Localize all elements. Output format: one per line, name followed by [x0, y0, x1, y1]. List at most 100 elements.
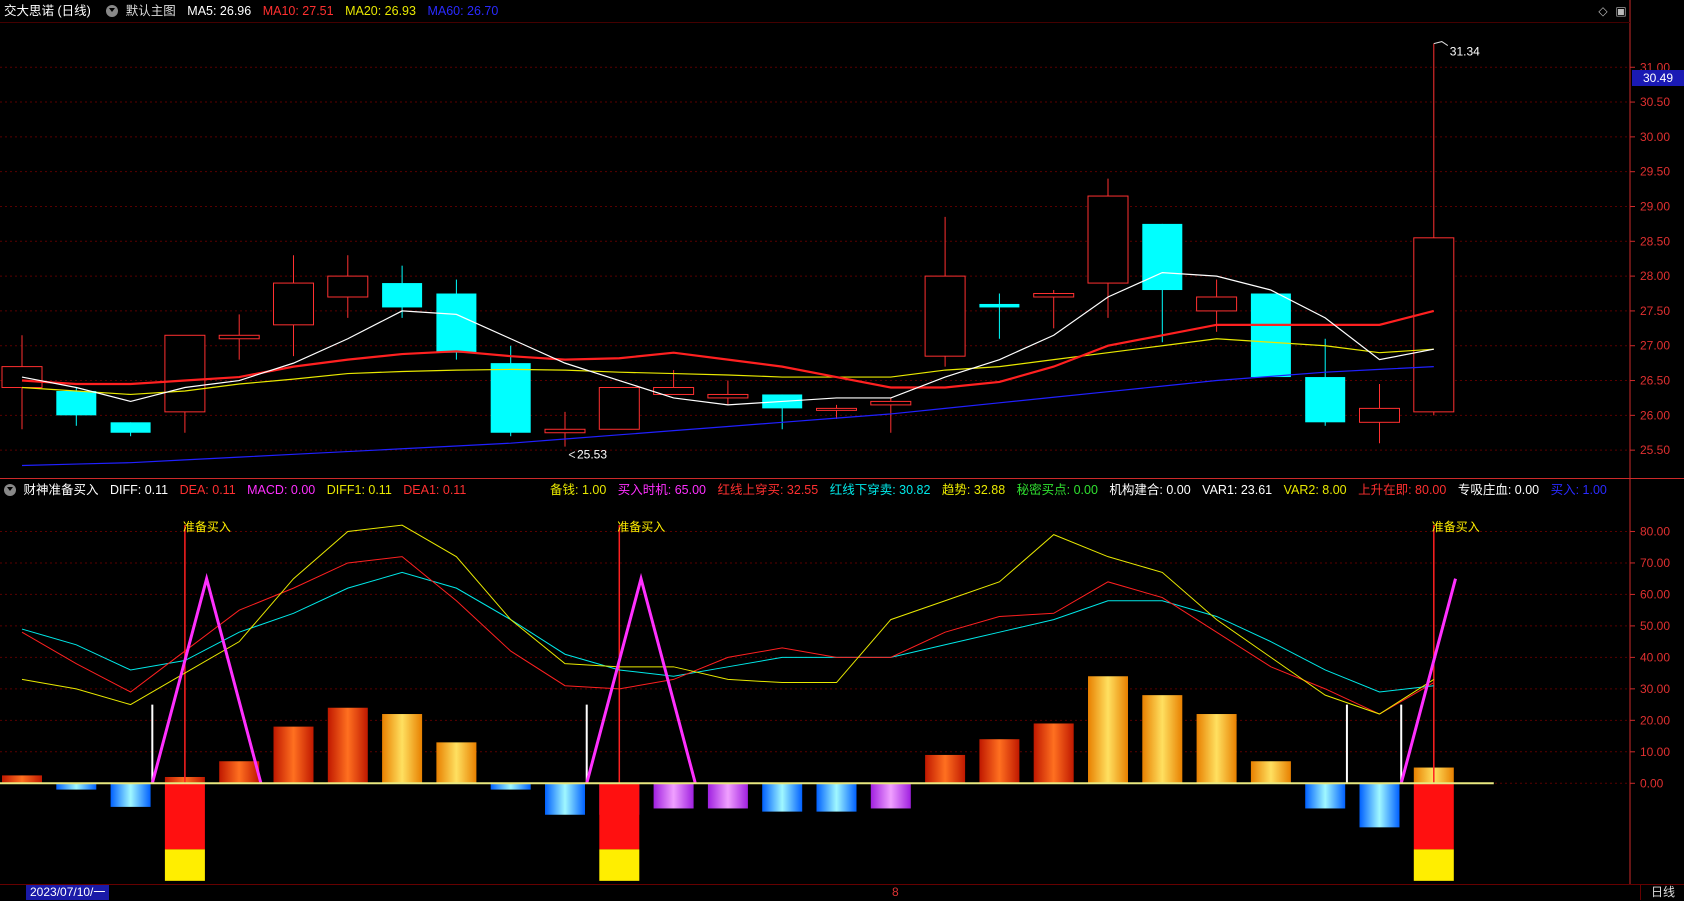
- mairu-value: 买入: 1.00: [1550, 483, 1607, 497]
- caishen-block-red: [1413, 783, 1454, 850]
- qushi-value: 趋势: 32.88: [941, 483, 1006, 497]
- candle-body-down: [1250, 293, 1291, 378]
- candle-body-up: [273, 282, 314, 326]
- candle-body-down: [110, 422, 151, 433]
- mairushiji-value: 买入时机: 65.00: [617, 483, 706, 497]
- candle-body-up: [707, 393, 749, 399]
- histogram-bar: [816, 783, 857, 812]
- caishen-block-red: [599, 783, 640, 850]
- dea1-value: DEA1: 0.11: [403, 483, 467, 497]
- candle-body-up: [327, 275, 369, 298]
- histogram-bar: [327, 707, 368, 784]
- indicator-tick-label: 50.00: [1640, 619, 1670, 633]
- price-tick-label: 26.00: [1640, 408, 1670, 422]
- candle-body-down: [56, 390, 97, 416]
- histogram-bar: [1305, 783, 1346, 809]
- hongxian-xia-value: 红线下穿卖: 30.82: [829, 483, 931, 497]
- candle-body-down: [1305, 377, 1346, 423]
- price-tick-label: 28.00: [1640, 269, 1670, 283]
- candle-body-up: [1413, 237, 1455, 413]
- histogram-bar: [762, 783, 803, 812]
- dea-value: DEA: 0.11: [179, 483, 236, 497]
- month-mark: 8: [892, 885, 899, 899]
- current-price-tag: 30.49: [1632, 70, 1684, 86]
- candle-body-up: [870, 400, 912, 406]
- ma10-value: MA10: 27.51: [262, 4, 334, 18]
- hongxian-shang-value: 红线上穿买: 32.55: [717, 483, 819, 497]
- indicator-tick-label: 0.00: [1640, 776, 1664, 790]
- histogram-bar: [653, 783, 694, 809]
- histogram-bar: [382, 714, 423, 784]
- cursor-date-label: 2023/07/10/一: [26, 885, 110, 900]
- price-tick-label: 30.00: [1640, 130, 1670, 144]
- magenta-signal-line: [150, 572, 263, 784]
- price-tick-label: 29.50: [1640, 165, 1670, 179]
- macd-value: MACD: 0.00: [247, 483, 316, 497]
- high-marker-arrow: [1433, 41, 1449, 46]
- var1-value: VAR1: 23.61: [1202, 483, 1273, 497]
- candle-body-up: [1087, 195, 1129, 284]
- diff-value: DIFF: 0.11: [109, 483, 169, 497]
- indicator-tick-label: 70.00: [1640, 556, 1670, 570]
- indicator-tick-label: 30.00: [1640, 682, 1670, 696]
- var2-value: VAR2: 8.00: [1283, 483, 1347, 497]
- indicator-name[interactable]: 财神准备买入: [23, 483, 98, 497]
- restore-icon[interactable]: ▣: [1614, 4, 1628, 18]
- histogram-bar: [1359, 783, 1400, 828]
- caishen-block-red: [164, 783, 205, 850]
- low-marker-arrow: [568, 451, 576, 459]
- indicator-header: 财神准备买入 DIFF: 0.11 DEA: 0.11 MACD: 0.00 D…: [0, 479, 1630, 501]
- chevron-down-icon[interactable]: [4, 483, 16, 496]
- candle-body-up: [544, 428, 586, 434]
- candle-body-up: [164, 334, 206, 413]
- diff1-value: DIFF1: 0.11: [326, 483, 392, 497]
- stock-chart[interactable]: 31.0030.5030.0029.5029.0028.5028.0027.50…: [0, 0, 1684, 900]
- caishen-block-yellow: [164, 849, 205, 881]
- shangsheng-value: 上升在即: 80.00: [1358, 483, 1447, 497]
- histogram-bar: [870, 783, 911, 809]
- candle-body-up: [218, 334, 260, 340]
- ma60-value: MA60: 26.70: [427, 4, 499, 18]
- histogram-bar: [1033, 723, 1074, 784]
- period-tab-daily[interactable]: 日线: [1640, 884, 1684, 900]
- histogram-bar: [979, 739, 1020, 784]
- candle-body-down: [1142, 223, 1183, 291]
- histogram-bar: [925, 754, 966, 784]
- histogram-bar: [545, 783, 585, 815]
- magenta-signal-line: [585, 572, 697, 784]
- indicator-tick-label: 80.00: [1640, 524, 1670, 538]
- candle-body-down: [979, 303, 1020, 308]
- layout-name[interactable]: 默认主图: [126, 4, 176, 18]
- histogram-bar: [219, 761, 260, 784]
- price-tick-label: 25.50: [1640, 443, 1670, 457]
- price-tick-label: 30.50: [1640, 95, 1670, 109]
- price-tick-label: 27.00: [1640, 339, 1670, 353]
- candle-body-up: [1033, 293, 1075, 298]
- histogram-bar: [110, 783, 151, 807]
- ready-buy-label: 准备买入: [183, 520, 231, 534]
- magenta-signal-line: [1399, 578, 1457, 784]
- candle-body-down: [436, 293, 477, 353]
- candle-body-down: [382, 283, 423, 308]
- cyan-indicator-line: [21, 571, 1434, 693]
- price-tick-label: 27.50: [1640, 304, 1670, 318]
- histogram-bar: [436, 742, 477, 784]
- price-tick-label: 28.50: [1640, 234, 1670, 248]
- high-price-label: 31.34: [1450, 45, 1480, 59]
- ma5-value: MA5: 26.96: [187, 4, 252, 18]
- stock-title[interactable]: 交大思诺 (日线): [4, 4, 91, 18]
- caishen-block-yellow: [599, 849, 640, 881]
- indicator-tick-label: 60.00: [1640, 587, 1670, 601]
- indicator-tick-label: 20.00: [1640, 713, 1670, 727]
- histogram-bar: [1250, 761, 1291, 784]
- histogram-bar: [273, 726, 314, 784]
- ready-buy-label: 准备买入: [617, 520, 665, 534]
- histogram-bar: [1088, 676, 1128, 784]
- diamond-icon[interactable]: ◇: [1596, 4, 1610, 18]
- beiqian-value: 备钱: 1.00: [550, 483, 607, 497]
- indicator-tick-label: 40.00: [1640, 650, 1670, 664]
- caishen-block-yellow: [1413, 849, 1454, 881]
- chevron-down-icon[interactable]: [106, 4, 119, 17]
- candle-body-up: [598, 386, 640, 430]
- ma10-line: [21, 309, 1435, 389]
